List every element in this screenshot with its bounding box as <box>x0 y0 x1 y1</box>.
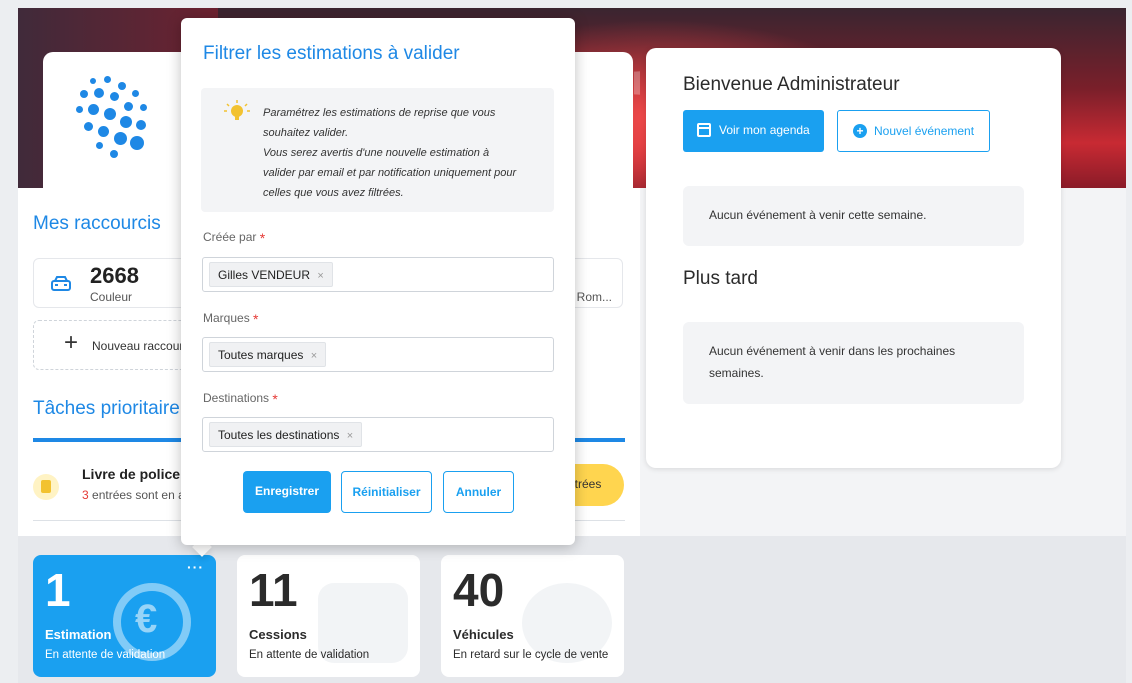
stat-label: Véhicules <box>453 627 514 642</box>
tip-text: Paramétrez les estimations de reprise qu… <box>263 103 541 203</box>
stat-value: 1 <box>45 564 71 616</box>
stat-card-vehicules[interactable]: 40 Véhicules En retard sur le cycle de v… <box>441 555 624 677</box>
task-count: 3 <box>82 488 89 502</box>
company-logo <box>74 74 164 164</box>
filter-popover: Filtrer les estimations à valider Paramé… <box>181 18 575 545</box>
created-by-label: Créée par * <box>203 230 265 246</box>
save-button[interactable]: Enregistrer <box>243 471 331 513</box>
stat-value: 11 <box>249 564 298 616</box>
popover-title: Filtrer les estimations à valider <box>203 43 460 64</box>
more-options-icon[interactable]: ··· <box>187 559 204 575</box>
tip-box: Paramétrez les estimations de reprise qu… <box>201 88 554 212</box>
brands-select[interactable]: Toutes marques × <box>202 337 554 372</box>
new-shortcut-label: Nouveau raccour <box>92 339 184 353</box>
reset-button[interactable]: Réinitialiser <box>341 471 432 513</box>
brands-tag-text: Toutes marques <box>218 348 304 362</box>
stat-card-estimation[interactable]: € ··· 1 Estimation En attente de validat… <box>33 555 216 677</box>
stat-subtitle: En attente de validation <box>249 649 370 661</box>
task-subtitle-text: entrées sont en a <box>88 488 185 502</box>
calendar-icon <box>697 123 711 137</box>
car-icon <box>51 276 71 291</box>
remove-tag-icon[interactable]: × <box>317 270 323 282</box>
remove-tag-icon[interactable]: × <box>311 350 317 362</box>
required-marker: * <box>272 391 278 407</box>
brands-tag: Toutes marques × <box>209 342 327 367</box>
brands-label-text: Marques <box>203 311 250 325</box>
tip-line: Vous serez avertis d'une nouvelle estima… <box>263 147 490 159</box>
stat-subtitle: En retard sur le cycle de vente <box>453 649 609 661</box>
later-title: Plus tard <box>683 268 758 289</box>
destinations-label-text: Destinations <box>203 391 270 405</box>
week-empty-text: Aucun événement à venir cette semaine. <box>709 208 927 222</box>
stat-subtitle: En attente de validation <box>45 649 166 661</box>
tip-line: Paramétrez les estimations de reprise qu… <box>263 107 496 119</box>
welcome-title: Bienvenue Administrateur <box>683 74 900 95</box>
cancel-button[interactable]: Annuler <box>443 471 514 513</box>
lightbulb-icon <box>224 100 250 120</box>
week-events-box: Aucun événement à venir cette semaine. <box>683 186 1024 246</box>
required-marker: * <box>253 311 259 327</box>
shortcuts-title: Mes raccourcis <box>33 213 161 234</box>
stat-card-cessions[interactable]: 11 Cessions En attente de validation <box>237 555 420 677</box>
created-by-tag-text: Gilles VENDEUR <box>218 268 311 282</box>
document-icon <box>33 474 59 500</box>
created-by-label-text: Créée par <box>203 230 257 244</box>
tip-line: valider par email et par notification un… <box>263 167 517 179</box>
later-empty-text: Aucun événement à venir dans les prochai… <box>709 344 956 380</box>
remove-tag-icon[interactable]: × <box>347 430 353 442</box>
destinations-tag-text: Toutes les destinations <box>218 428 340 442</box>
destinations-tag: Toutes les destinations × <box>209 422 363 447</box>
welcome-card: Bienvenue Administrateur Voir mon agenda… <box>646 48 1061 468</box>
destinations-label: Destinations * <box>203 391 278 407</box>
task-subtitle: 3 entrées sont en a <box>82 488 185 502</box>
tip-line: celles que vous avez filtrées. <box>263 187 404 199</box>
stat-label: Cessions <box>249 627 307 642</box>
tasks-title: Tâches prioritaire <box>33 398 180 419</box>
shortcut-value: 2668 <box>90 263 139 288</box>
stat-value: 40 <box>453 564 505 616</box>
brands-label: Marques * <box>203 311 258 327</box>
new-event-label: Nouvel événement <box>874 124 975 138</box>
view-agenda-button[interactable]: Voir mon agenda <box>683 110 824 152</box>
created-by-tag: Gilles VENDEUR × <box>209 262 333 287</box>
later-events-box: Aucun événement à venir dans les prochai… <box>683 322 1024 404</box>
stat-label: Estimation <box>45 627 112 642</box>
task-title[interactable]: Livre de police <box>82 466 180 482</box>
plus-circle-icon: + <box>853 124 867 138</box>
required-marker: * <box>259 230 266 246</box>
created-by-select[interactable]: Gilles VENDEUR × <box>202 257 554 292</box>
tip-line: souhaitez valider. <box>263 127 349 139</box>
new-event-button[interactable]: + Nouvel événement <box>837 110 990 152</box>
view-agenda-label: Voir mon agenda <box>719 123 810 137</box>
destinations-select[interactable]: Toutes les destinations × <box>202 417 554 452</box>
plus-icon: + <box>64 329 79 356</box>
shortcut-right-label: Rom... <box>576 290 612 304</box>
shortcut-label: Couleur <box>90 290 133 304</box>
